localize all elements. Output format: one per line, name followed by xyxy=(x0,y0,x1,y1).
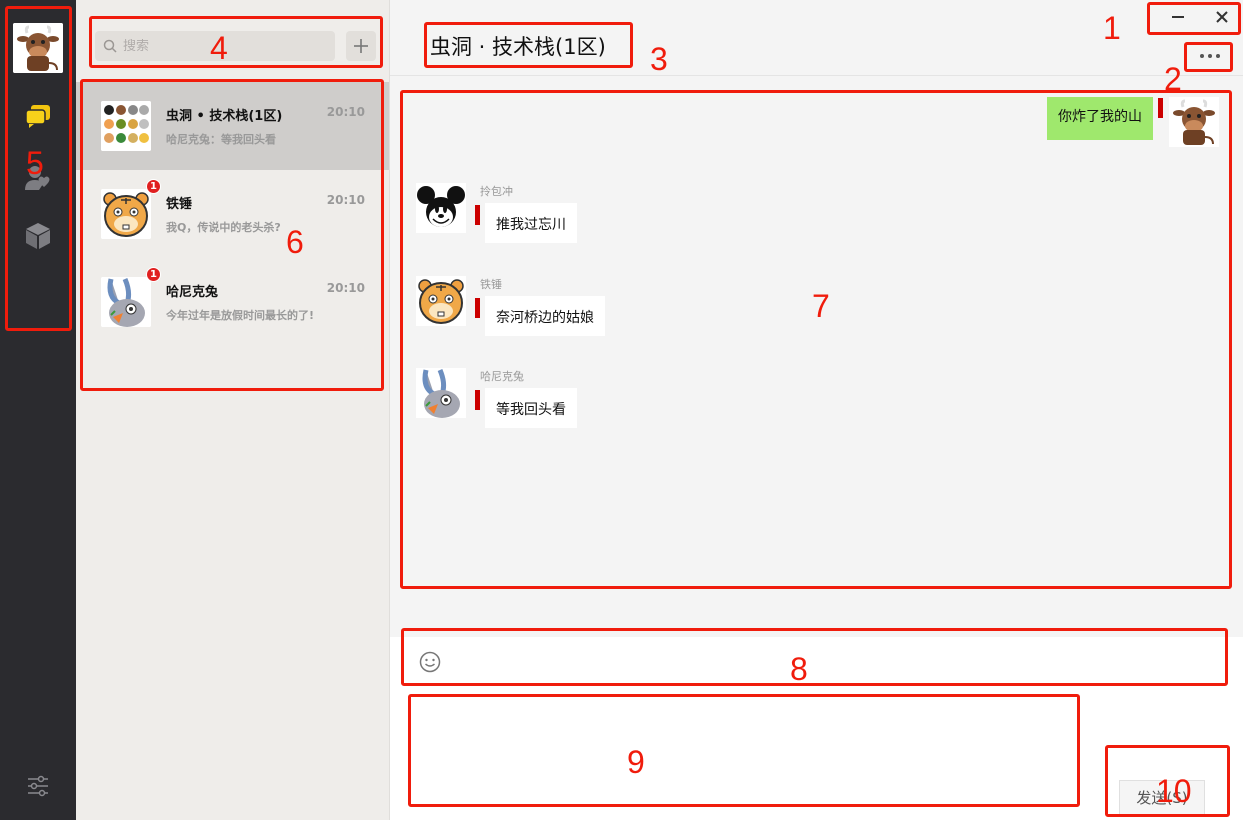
bubble-marker xyxy=(475,390,480,410)
conversation-avatar xyxy=(101,101,151,151)
conversation-item[interactable]: 虫洞 • 技术栈(1区) 20:10 哈尼克兔：等我回头看 xyxy=(76,82,389,170)
emoji-button[interactable] xyxy=(419,651,441,673)
cow-icon xyxy=(1169,97,1219,147)
conversation-list: 虫洞 • 技术栈(1区) 20:10 哈尼克兔：等我回头看 1 铁锤 20:10… xyxy=(76,82,389,346)
conversation-preview: 哈尼克兔：等我回头看 xyxy=(166,133,276,146)
send-button[interactable]: 发送(S) xyxy=(1119,780,1205,815)
message-input[interactable] xyxy=(410,695,1070,805)
search-input[interactable] xyxy=(123,38,323,54)
conversation-avatar xyxy=(101,189,151,239)
rabbit-icon xyxy=(416,368,466,418)
minimize-button[interactable] xyxy=(1166,6,1190,28)
message-outgoing: 你炸了我的山 xyxy=(1047,97,1219,147)
message-incoming: 哈尼克兔 等我回头看 xyxy=(416,368,577,428)
conversation-item[interactable]: 1 铁锤 20:10 我Q，传说中的老头杀? xyxy=(76,170,389,258)
box-icon xyxy=(26,223,50,249)
conversation-avatar xyxy=(101,277,151,327)
sender-name: 铁锤 xyxy=(480,278,502,291)
search-icon xyxy=(103,39,117,53)
message-bubble: 等我回头看 xyxy=(485,388,577,428)
message-avatar[interactable] xyxy=(1169,97,1219,147)
message-incoming: 铁锤 奈河桥边的姑娘 xyxy=(416,276,605,336)
nav-contacts-button[interactable] xyxy=(24,163,52,191)
minimize-icon xyxy=(1172,16,1184,18)
conversation-name: 铁锤 xyxy=(166,197,193,212)
message-list: 你炸了我的山 拎包冲 推我过忘川 铁锤 奈河桥边的姑娘 哈尼克兔 等我回头看 xyxy=(390,77,1243,637)
rabbit-icon xyxy=(101,277,151,327)
message-avatar[interactable] xyxy=(416,368,466,418)
animal-grid-avatar-icon xyxy=(101,101,151,151)
smiley-icon xyxy=(419,651,441,673)
conversation-time: 20:10 xyxy=(326,193,365,207)
message-avatar[interactable] xyxy=(416,183,466,233)
plus-icon xyxy=(354,39,368,53)
nav-box-button[interactable] xyxy=(24,222,52,250)
sender-name: 哈尼克兔 xyxy=(480,370,524,383)
bubble-marker xyxy=(475,298,480,318)
message-avatar[interactable] xyxy=(416,276,466,326)
sender-name: 拎包冲 xyxy=(480,185,513,198)
my-avatar[interactable] xyxy=(13,23,63,73)
add-button[interactable] xyxy=(346,31,376,61)
conversation-sidebar: 虫洞 • 技术栈(1区) 20:10 哈尼克兔：等我回头看 1 xyxy=(76,0,390,820)
bubble-marker xyxy=(475,205,480,225)
close-icon xyxy=(1216,11,1228,23)
conversation-time: 20:10 xyxy=(326,105,365,119)
conversation-item[interactable]: 1 哈尼克兔 20:10 今年过年是放假时间最长的了! xyxy=(76,258,389,346)
tiger-icon xyxy=(101,189,151,239)
chat-panel: 虫洞 · 技术栈(1区) 你炸了我的山 拎包冲 推我过忘川 铁锤 奈河桥边的姑娘… xyxy=(390,0,1243,820)
conversation-preview: 今年过年是放假时间最长的了! xyxy=(166,309,315,322)
search-box[interactable] xyxy=(95,31,335,61)
contacts-icon xyxy=(25,166,50,190)
message-input-area: 发送(S) xyxy=(390,687,1243,820)
chat-header: 虫洞 · 技术栈(1区) xyxy=(390,0,1243,76)
more-dots-icon xyxy=(1200,54,1220,58)
settings-sliders-icon xyxy=(28,775,48,797)
chat-icon xyxy=(25,105,50,128)
more-options-button[interactable] xyxy=(1190,44,1230,68)
conversation-name: 虫洞 • 技术栈(1区) xyxy=(166,109,283,124)
conversation-name: 哈尼克兔 xyxy=(166,285,219,300)
cow-icon xyxy=(13,23,63,73)
close-button[interactable] xyxy=(1210,6,1234,28)
message-bubble: 奈河桥边的姑娘 xyxy=(485,296,605,336)
message-incoming: 拎包冲 推我过忘川 xyxy=(416,183,577,243)
conversation-preview: 我Q，传说中的老头杀? xyxy=(166,221,281,234)
message-bubble: 推我过忘川 xyxy=(485,203,577,243)
bubble-marker xyxy=(1158,98,1163,118)
tiger-icon xyxy=(416,276,466,326)
mickey-icon xyxy=(416,183,466,233)
unread-badge: 1 xyxy=(146,179,161,194)
message-bubble: 你炸了我的山 xyxy=(1047,97,1153,140)
conversation-time: 20:10 xyxy=(326,281,365,295)
input-toolbar xyxy=(390,637,1243,687)
unread-badge: 1 xyxy=(146,267,161,282)
nav-chat-button[interactable] xyxy=(24,102,52,130)
chat-title: 虫洞 · 技术栈(1区) xyxy=(430,35,606,59)
settings-button[interactable] xyxy=(27,775,49,797)
left-nav xyxy=(0,0,76,820)
